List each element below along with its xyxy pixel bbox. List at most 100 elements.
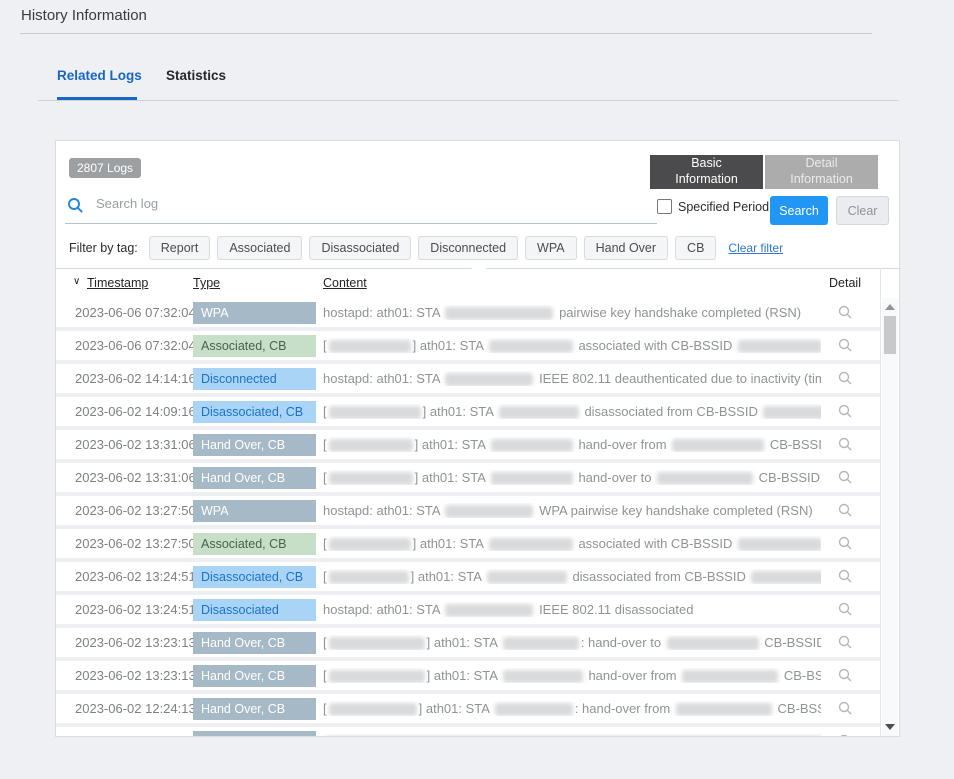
- filter-tag-report[interactable]: Report: [149, 236, 211, 260]
- row-timestamp: 2023-06-02 13:27:50: [75, 503, 196, 518]
- table-row: 2023-06-02 13:24:51Disassociatedhostapd:…: [56, 595, 880, 628]
- filter-tag-hand-over[interactable]: Hand Over: [584, 236, 668, 260]
- redacted-text: [329, 472, 413, 485]
- row-content: [] ath01: STA : hand-over to CB-BSSID :.…: [323, 635, 821, 650]
- filter-tag-wpa[interactable]: WPA: [525, 236, 577, 260]
- row-detail-magnifier-icon[interactable]: [821, 436, 869, 457]
- row-timestamp: 2023-06-02 12:24:13: [75, 734, 196, 736]
- row-timestamp: 2023-06-02 13:31:06: [75, 470, 196, 485]
- clear-button[interactable]: Clear: [836, 196, 889, 225]
- row-timestamp: 2023-06-02 14:14:16: [75, 371, 196, 386]
- filter-tag-associated[interactable]: Associated: [217, 236, 302, 260]
- row-detail-magnifier-icon[interactable]: [821, 634, 869, 655]
- row-content: [] ath01: STA hand-over from CB-BSSID ..…: [323, 437, 821, 452]
- redacted-text: [329, 703, 417, 716]
- row-detail-magnifier-icon[interactable]: [821, 667, 869, 688]
- filter-tag-disassociated[interactable]: Disassociated: [309, 236, 411, 260]
- sort-desc-icon: ∨: [73, 276, 80, 287]
- row-timestamp: 2023-06-02 13:23:13: [75, 635, 196, 650]
- redacted-text: [491, 439, 573, 452]
- row-detail-magnifier-icon[interactable]: [821, 568, 869, 589]
- row-detail-magnifier-icon[interactable]: [821, 337, 869, 358]
- table-row: 2023-06-02 13:27:50WPAhostapd: ath01: ST…: [56, 496, 880, 529]
- column-content[interactable]: Content: [323, 276, 367, 290]
- row-detail-magnifier-icon[interactable]: [821, 304, 869, 325]
- redacted-text: [445, 307, 553, 320]
- row-content: [] ath01: STA disassociated from CB-BSSI…: [323, 569, 821, 584]
- redacted-text: [682, 670, 778, 683]
- row-content: [] ath01: STA associated with CB-BSSID (…: [323, 338, 821, 353]
- row-detail-magnifier-icon[interactable]: [821, 700, 869, 721]
- redacted-text: [503, 637, 579, 650]
- scrollbar-thumb[interactable]: [884, 316, 896, 354]
- basic-information-button[interactable]: Basic Information: [650, 155, 763, 189]
- scrollbar[interactable]: [882, 298, 898, 736]
- search-button[interactable]: Search: [770, 196, 828, 225]
- row-type-tag: Hand Over, CB: [193, 665, 316, 687]
- specified-period-checkbox[interactable]: [657, 199, 672, 214]
- table-header: ∨ Timestamp Type Content Detail: [56, 269, 880, 298]
- row-type-tag: Disassociated, CB: [193, 566, 316, 588]
- tab-related-logs[interactable]: Related Logs: [57, 68, 142, 83]
- row-type-tag: WPA: [193, 302, 316, 324]
- redacted-text: [751, 571, 821, 584]
- row-content: [] ath01: STA hand-over to CB-BSSID ...: [323, 470, 821, 485]
- column-detail: Detail: [817, 276, 873, 290]
- filter-bar: Filter by tag: ReportAssociatedDisassoci…: [69, 236, 783, 260]
- row-detail-magnifier-icon[interactable]: [821, 601, 869, 622]
- page-title: History Information: [21, 7, 147, 24]
- row-content: [] ath01: STA associated with CB-BSSID (…: [323, 536, 821, 551]
- table-row: 2023-06-02 13:23:13Hand Over, CB[] ath01…: [56, 628, 880, 661]
- row-detail-magnifier-icon[interactable]: [821, 403, 869, 424]
- clear-filter-link[interactable]: Clear filter: [728, 241, 783, 255]
- redacted-text: [487, 571, 567, 584]
- tab-statistics[interactable]: Statistics: [166, 68, 226, 83]
- redacted-text: [672, 439, 764, 452]
- log-rows: 2023-06-06 07:32:04WPAhostapd: ath01: ST…: [56, 298, 880, 736]
- row-detail-magnifier-icon[interactable]: [821, 370, 869, 391]
- tab-divider: [38, 100, 899, 101]
- search-input[interactable]: [94, 195, 398, 212]
- redacted-text: [495, 703, 573, 716]
- row-detail-magnifier-icon[interactable]: [821, 733, 869, 736]
- table-row: 2023-06-02 14:14:16Disconnectedhostapd: …: [56, 364, 880, 397]
- redacted-text: [329, 439, 413, 452]
- row-content: hostapd: ath01: STA pairwise key handsha…: [323, 305, 821, 320]
- table-row: 2023-06-02 13:24:51Disassociated, CB [] a…: [56, 562, 880, 595]
- filter-tag-cb[interactable]: CB: [675, 236, 716, 260]
- row-type-tag: Associated, CB: [193, 335, 316, 357]
- column-type[interactable]: Type: [193, 276, 220, 290]
- row-timestamp: 2023-06-06 07:32:04: [75, 338, 196, 353]
- detail-information-button[interactable]: Detail Information: [765, 155, 878, 189]
- row-timestamp: 2023-06-06 07:32:04: [75, 305, 196, 320]
- redacted-text: [329, 637, 425, 650]
- redacted-text: [763, 406, 821, 419]
- row-detail-magnifier-icon[interactable]: [821, 535, 869, 556]
- filter-tag-disconnected[interactable]: Disconnected: [418, 236, 518, 260]
- specified-period-label: Specified Period: [678, 200, 769, 214]
- title-divider: [20, 33, 872, 34]
- search-underline: [65, 223, 657, 224]
- table-row: 2023-06-02 14:09:16Disassociated, CB[] a…: [56, 397, 880, 430]
- row-content: hostapd: ath01: STA IEEE 802.11 deauthen…: [323, 371, 821, 386]
- view-toggle: Basic Information Detail Information: [650, 155, 878, 189]
- redacted-text: [445, 604, 533, 617]
- row-content: [] ath01: STA disassociated from CB-BSSI…: [323, 404, 821, 419]
- scrollbar-up-icon[interactable]: [885, 304, 895, 310]
- column-timestamp[interactable]: Timestamp: [87, 276, 148, 290]
- row-timestamp: 2023-06-02 14:09:16: [75, 404, 196, 419]
- redacted-text: [499, 406, 579, 419]
- redacted-text: [329, 538, 411, 551]
- row-timestamp: 2023-06-02 13:24:51: [75, 569, 196, 584]
- scrollbar-down-icon[interactable]: [885, 724, 895, 730]
- row-timestamp: 2023-06-02 13:24:51: [75, 602, 196, 617]
- row-detail-magnifier-icon[interactable]: [821, 469, 869, 490]
- row-timestamp: 2023-06-02 13:27:50: [75, 536, 196, 551]
- row-timestamp: 2023-06-02 12:24:13: [75, 701, 196, 716]
- table-row: 2023-06-02 13:31:06Hand Over, CB[] ath01…: [56, 430, 880, 463]
- table-row: 2023-06-06 07:32:04WPA hostapd: ath01: ST…: [56, 298, 880, 331]
- row-detail-magnifier-icon[interactable]: [821, 502, 869, 523]
- filter-tags: ReportAssociated Disassociated Disconnecte…: [149, 236, 717, 260]
- row-content: hostapd: ath01: STA WPA pairwise key han…: [323, 503, 821, 518]
- row-type-tag: Hand Over, CB: [193, 731, 316, 737]
